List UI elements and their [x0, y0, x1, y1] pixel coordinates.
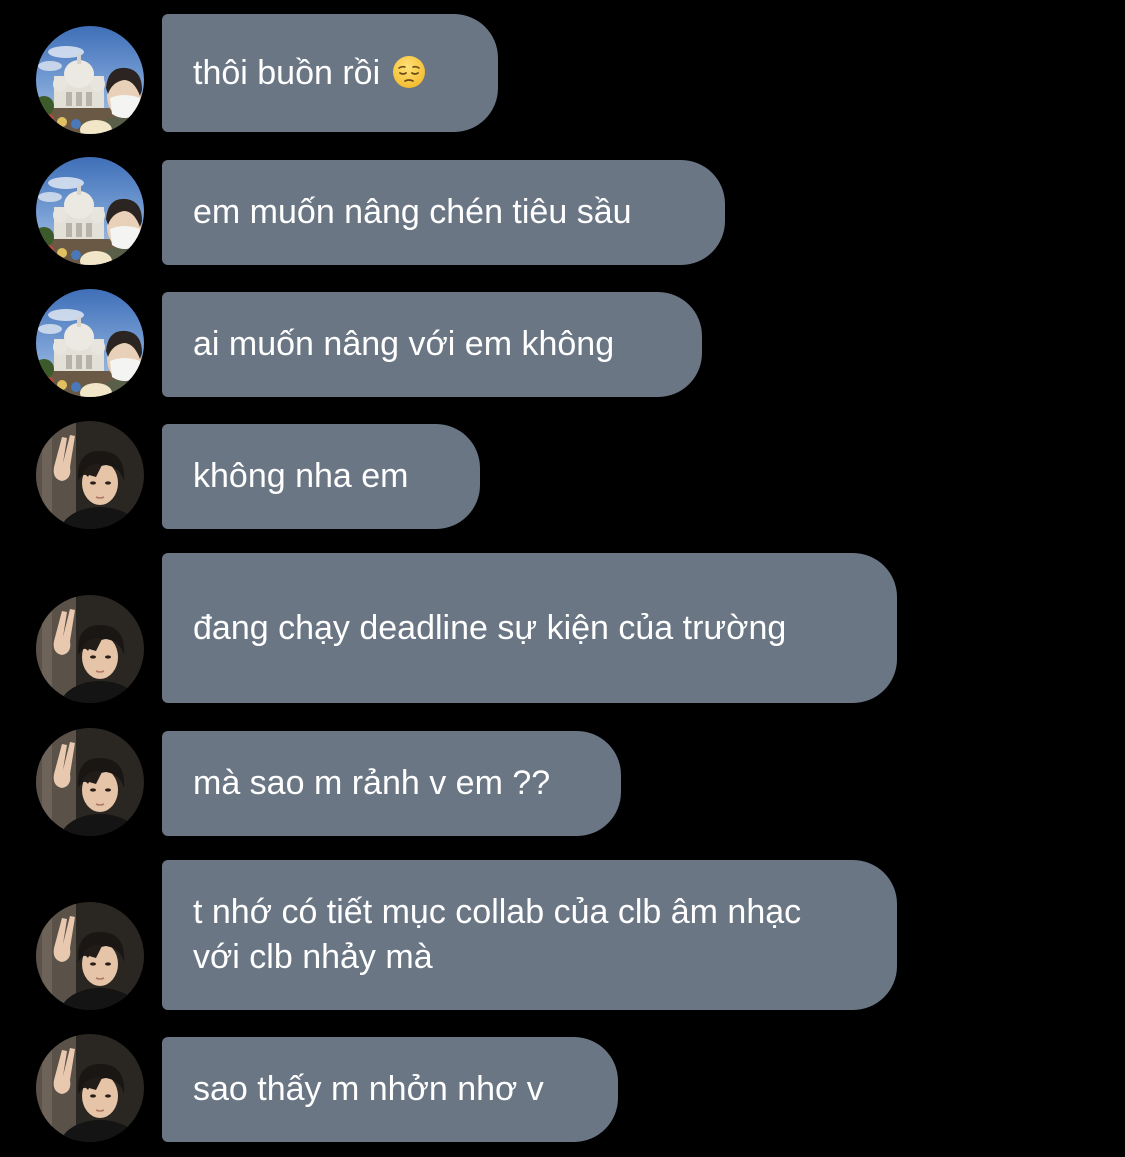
avatar[interactable]	[36, 1034, 144, 1142]
message-text: ai muốn nâng với em không	[193, 325, 615, 363]
message-bubble[interactable]: mà sao m rảnh v em ??	[162, 731, 621, 836]
message-text: em muốn nâng chén tiêu sầu	[193, 193, 632, 231]
message-bubble[interactable]: t nhớ có tiết mục collab của clb âm nhạc…	[162, 860, 897, 1010]
message-text: đang chạy deadline sự kiện của trường	[193, 608, 787, 647]
message-text: sao thấy m nhởn nhơ v	[193, 1070, 544, 1108]
message-text: t nhớ có tiết mục collab của clb âm nhạc…	[193, 893, 802, 976]
avatar[interactable]	[36, 421, 144, 529]
message-bubble[interactable]: đang chạy deadline sự kiện của trường	[162, 553, 897, 703]
avatar[interactable]	[36, 902, 144, 1010]
message-bubble[interactable]: sao thấy m nhởn nhơ v	[162, 1037, 618, 1142]
avatar[interactable]	[36, 157, 144, 265]
pensive-face-emoji-icon	[392, 55, 426, 89]
message-text: không nha em	[193, 457, 409, 495]
message-text: thôi buồn rồi	[193, 51, 426, 96]
message-bubble[interactable]: ai muốn nâng với em không	[162, 292, 702, 397]
message-bubble[interactable]: em muốn nâng chén tiêu sầu	[162, 160, 725, 265]
avatar[interactable]	[36, 595, 144, 703]
message-bubble[interactable]: không nha em	[162, 424, 480, 529]
avatar[interactable]	[36, 26, 144, 134]
avatar[interactable]	[36, 728, 144, 836]
avatar[interactable]	[36, 289, 144, 397]
message-text: mà sao m rảnh v em ??	[193, 764, 551, 802]
message-bubble[interactable]: thôi buồn rồi	[162, 14, 498, 132]
